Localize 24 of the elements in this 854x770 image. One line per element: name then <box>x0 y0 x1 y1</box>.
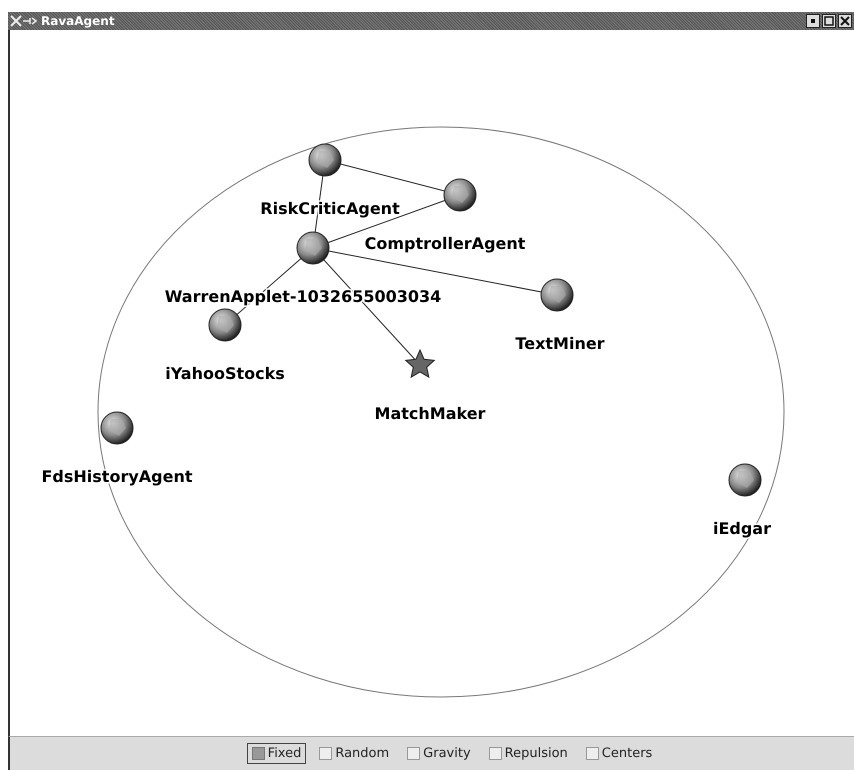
option-checkbox[interactable]: Repulsion <box>484 743 573 764</box>
sphere-icon[interactable] <box>728 464 762 496</box>
node-label: FdsHistoryAgent <box>42 467 192 486</box>
node-label: MatchMaker <box>374 404 486 423</box>
close-icon[interactable] <box>838 14 852 28</box>
node-label: ComptrollerAgent <box>364 234 526 253</box>
option-checkbox[interactable]: Centers <box>580 743 658 764</box>
sphere-icon[interactable] <box>540 278 574 312</box>
node-label: TextMiner <box>515 334 605 353</box>
minimize-icon[interactable] <box>806 14 820 28</box>
sphere-icon[interactable] <box>296 232 330 264</box>
node-label: iEdgar <box>713 519 771 538</box>
option-checkbox[interactable]: Gravity <box>402 743 476 764</box>
star-icon[interactable] <box>404 348 436 378</box>
option-checkbox[interactable]: Random <box>314 743 394 764</box>
option-checkbox[interactable]: Fixed <box>246 743 306 764</box>
window-menu-icon[interactable] <box>10 15 38 27</box>
maximize-icon[interactable] <box>822 14 836 28</box>
sphere-icon[interactable] <box>100 412 134 444</box>
sphere-icon[interactable] <box>308 144 342 176</box>
window-title: RavaAgent <box>41 14 115 28</box>
sphere-icon[interactable] <box>444 178 476 212</box>
sphere-icon[interactable] <box>208 308 242 342</box>
node-label: iYahooStocks <box>165 364 285 383</box>
